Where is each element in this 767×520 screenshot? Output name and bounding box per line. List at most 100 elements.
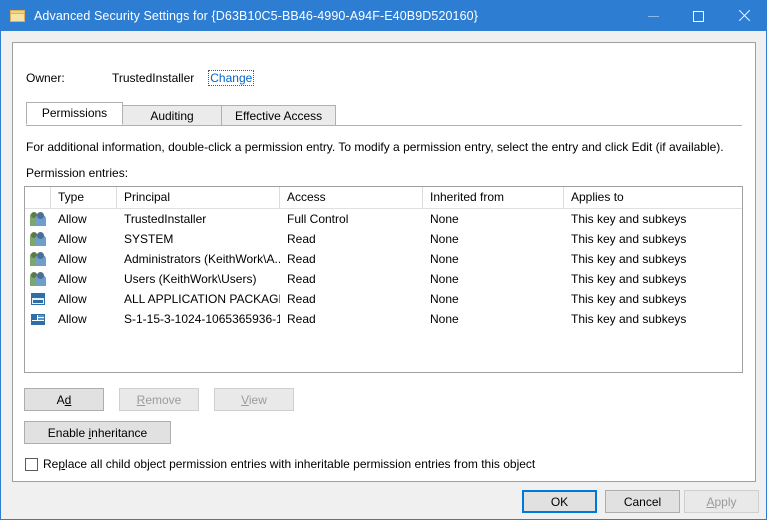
column-header-inherited-from[interactable]: Inherited from	[423, 187, 564, 208]
row-principal: TrustedInstaller	[124, 212, 207, 226]
row-icon-cell	[25, 231, 51, 247]
row-type: Allow	[58, 232, 87, 246]
cancel-button[interactable]: Cancel	[605, 490, 680, 513]
add-accel: d	[64, 392, 72, 407]
group-icon	[30, 251, 46, 267]
row-access: Read	[287, 312, 316, 326]
remove-label-after: emove	[145, 392, 182, 407]
column-header-icon[interactable]	[25, 187, 51, 208]
apply-accel: A	[706, 494, 715, 509]
row-inherited-from: None	[430, 292, 459, 306]
group-icon	[30, 211, 46, 227]
row-inherited-from: None	[430, 252, 459, 266]
minimize-button[interactable]	[631, 1, 676, 31]
column-header-principal[interactable]: Principal	[117, 187, 280, 208]
add-label-before: A	[56, 392, 65, 407]
add-button[interactable]: Ad	[24, 388, 104, 411]
row-principal: Administrators (KeithWork\A...	[124, 252, 280, 266]
row-applies-to: This key and subkeys	[571, 252, 687, 266]
maximize-icon	[693, 10, 704, 22]
remove-button[interactable]: Remove	[119, 388, 199, 411]
maximize-button[interactable]	[676, 1, 721, 31]
row-principal: ALL APPLICATION PACKAGES	[124, 292, 280, 306]
row-applies-to: This key and subkeys	[571, 272, 687, 286]
folder-icon	[10, 8, 26, 24]
apply-button[interactable]: Apply	[684, 490, 759, 513]
row-principal: S-1-15-3-1024-1065365936-12...	[124, 312, 280, 326]
row-applies-to: This key and subkeys	[571, 292, 687, 306]
row-type: Allow	[58, 272, 87, 286]
row-access: Read	[287, 272, 316, 286]
table-row[interactable]: Allow ALL APPLICATION PACKAGES Read None…	[25, 289, 742, 309]
minimize-icon	[648, 15, 659, 17]
row-icon-cell	[25, 311, 51, 327]
column-header-type[interactable]: Type	[51, 187, 117, 208]
row-inherited-from: None	[430, 312, 459, 326]
row-type: Allow	[58, 212, 87, 226]
table-row[interactable]: Allow Administrators (KeithWork\A... Rea…	[25, 249, 742, 269]
tab-permissions[interactable]: Permissions	[26, 102, 123, 125]
close-icon	[738, 10, 750, 22]
view-button[interactable]: View	[214, 388, 294, 411]
column-header-access[interactable]: Access	[280, 187, 423, 208]
content-panel: Owner: TrustedInstaller Change Permissio…	[12, 42, 756, 482]
cb-label-after: lace all child object permission entries…	[65, 457, 536, 471]
row-access: Read	[287, 252, 316, 266]
row-access: Read	[287, 232, 316, 246]
cb-label-before: Re	[43, 457, 59, 471]
row-access: Full Control	[287, 212, 349, 226]
table-row[interactable]: Allow S-1-15-3-1024-1065365936-12... Rea…	[25, 309, 742, 329]
row-applies-to: This key and subkeys	[571, 212, 687, 226]
column-header-applies-to[interactable]: Applies to	[564, 187, 742, 208]
inherit-label-before: Enable	[47, 425, 89, 440]
list-header: Type Principal Access Inherited from App…	[25, 187, 742, 209]
view-accel: V	[241, 392, 249, 407]
ok-button[interactable]: OK	[522, 490, 597, 513]
row-type: Allow	[58, 292, 87, 306]
group-icon	[30, 231, 46, 247]
row-icon-cell	[25, 251, 51, 267]
table-row[interactable]: Allow TrustedInstaller Full Control None…	[25, 209, 742, 229]
replace-child-permissions-checkbox[interactable]	[25, 457, 38, 471]
row-type: Allow	[58, 312, 87, 326]
dialog-footer: OK Cancel Apply	[1, 485, 766, 519]
app-package-icon	[30, 291, 46, 307]
row-principal: Users (KeithWork\Users)	[124, 272, 257, 286]
sid-icon	[30, 311, 46, 327]
row-applies-to: This key and subkeys	[571, 232, 687, 246]
table-row[interactable]: Allow SYSTEM Read None This key and subk…	[25, 229, 742, 249]
window-title: Advanced Security Settings for {D63B10C5…	[34, 9, 478, 23]
table-row[interactable]: Allow Users (KeithWork\Users) Read None …	[25, 269, 742, 289]
view-label-after: iew	[248, 392, 267, 407]
apply-label-after: pply	[714, 494, 737, 509]
entry-action-buttons: Ad Remove View	[24, 388, 294, 411]
owner-row: Owner: TrustedInstaller Change	[26, 70, 255, 86]
row-inherited-from: None	[430, 212, 459, 226]
row-inherited-from: None	[430, 272, 459, 286]
info-text: For additional information, double-click…	[26, 140, 724, 154]
replace-child-permissions-label: Replace all child object permission entr…	[43, 457, 535, 471]
owner-label: Owner:	[26, 71, 65, 85]
owner-value: TrustedInstaller	[112, 71, 195, 85]
remove-accel: R	[136, 392, 146, 407]
tab-strip: Permissions Auditing Effective Access	[26, 102, 742, 126]
window-controls	[631, 1, 766, 31]
permission-entries-list[interactable]: Type Principal Access Inherited from App…	[24, 186, 743, 373]
permission-entries-label: Permission entries:	[26, 166, 129, 180]
row-inherited-from: None	[430, 232, 459, 246]
row-applies-to: This key and subkeys	[571, 312, 687, 326]
inherit-label-after: nheritance	[91, 425, 148, 440]
title-bar: Advanced Security Settings for {D63B10C5…	[1, 1, 766, 31]
row-icon-cell	[25, 271, 51, 287]
close-button[interactable]	[721, 1, 766, 31]
tab-effective-access[interactable]: Effective Access	[221, 105, 337, 125]
row-type: Allow	[58, 252, 87, 266]
row-principal: SYSTEM	[124, 232, 174, 246]
list-body: Allow TrustedInstaller Full Control None…	[25, 209, 742, 329]
row-icon-cell	[25, 211, 51, 227]
change-owner-link[interactable]: Change	[208, 70, 255, 86]
group-icon	[30, 271, 46, 287]
tab-auditing[interactable]: Auditing	[122, 105, 222, 125]
replace-child-permissions-row[interactable]: Replace all child object permission entr…	[25, 457, 535, 471]
enable-inheritance-button[interactable]: Enable inheritance	[24, 421, 171, 444]
